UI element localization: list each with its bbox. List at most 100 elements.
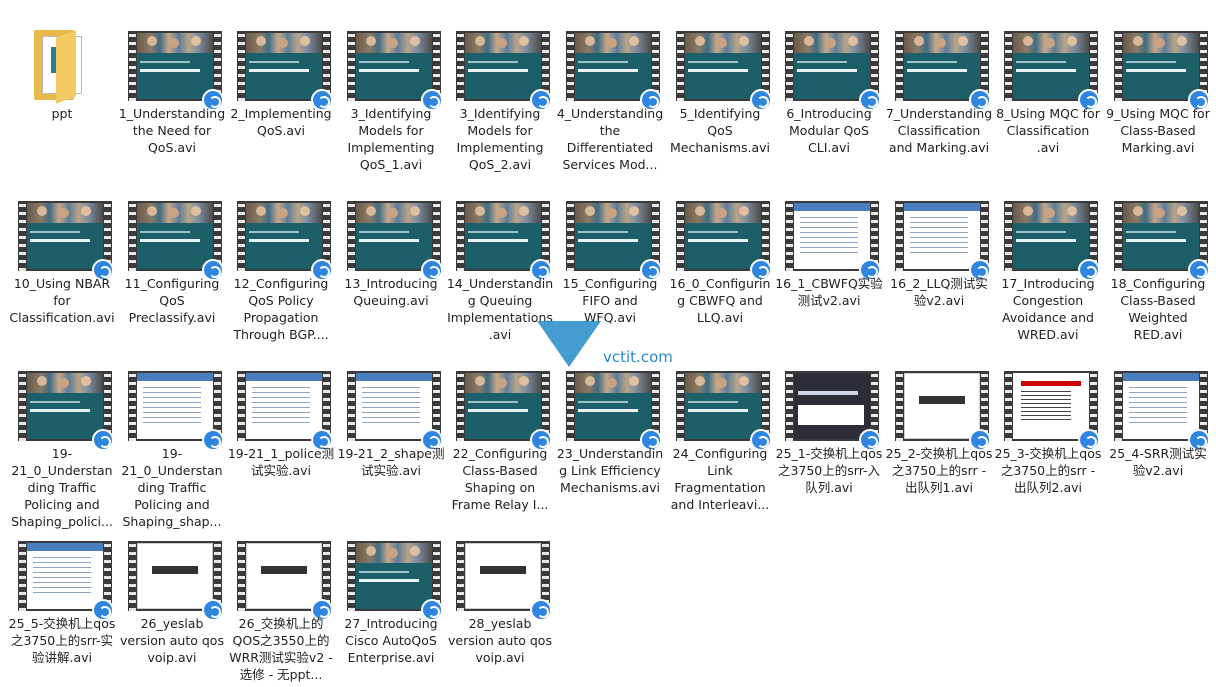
video-thumbnail [128, 201, 224, 281]
file-name-label: 16_0_Configuring CBWFQ and LLQ.avi [669, 276, 771, 325]
video-file-item[interactable]: 4_Understanding the Differentiated Servi… [556, 12, 664, 172]
file-name-label: 4_Understanding the Differentiated Servi… [556, 106, 664, 172]
video-file-item[interactable]: 8_Using MQC for Classification .avi [994, 12, 1102, 172]
file-name-label: 25_3-交换机上qos之3750上的srr - 出队列2.avi [994, 446, 1102, 495]
video-thumbnail [566, 371, 662, 451]
video-thumbnail [1114, 201, 1210, 281]
file-name-label: 19-21_1_police测试实验.avi [227, 446, 335, 478]
file-name-label: 22_Configuring Class-Based Shaping on Fr… [451, 446, 549, 512]
watermark: vctit.com [537, 321, 687, 371]
folder-icon [34, 30, 94, 104]
video-thumbnail [1114, 31, 1210, 111]
video-file-item[interactable]: 19-21_2_shape测试实验.avi [337, 352, 445, 512]
file-name-label: 24_Configuring Link Fragmentation and In… [670, 446, 770, 512]
video-file-item[interactable]: 27_Introducing Cisco AutoQoS Enterprise.… [337, 522, 445, 682]
file-name-label: 19-21_0_Understanding Traffic Policing a… [121, 446, 223, 529]
video-thumbnail [456, 31, 552, 111]
folder-item[interactable]: ppt [8, 12, 116, 172]
file-name-label: 1_Understanding the Need for QoS.avi [118, 106, 226, 155]
video-file-item[interactable]: 28_yeslab version auto qos voip.avi [446, 522, 554, 682]
video-file-item[interactable]: 19-21_0_Understanding Traffic Policing a… [8, 352, 116, 529]
video-file-item[interactable]: 22_Configuring Class-Based Shaping on Fr… [446, 352, 554, 512]
video-thumbnail [895, 201, 991, 281]
video-file-item[interactable]: 12_Configuring QoS Policy Propagation Th… [227, 182, 335, 342]
video-file-item[interactable]: 13_Introducing Queuing.avi [337, 182, 445, 342]
video-file-item[interactable]: 3_Identifying Models for Implementing Qo… [446, 12, 554, 172]
file-name-label: 15_Configuring FIFO and WFQ.avi [562, 276, 658, 325]
video-file-item[interactable]: 2_Implementing QoS.avi [227, 12, 335, 172]
video-file-item[interactable]: 25_2-交换机上qos之3750上的srr - 出队列1.avi [885, 352, 993, 512]
video-file-item[interactable]: 3_Identifying Models for Implementing Qo… [337, 12, 445, 172]
video-file-item[interactable]: 16_1_CBWFQ实验测试v2.avi [775, 182, 883, 342]
file-name-label: 3_Identifying Models for Implementing Qo… [347, 106, 435, 172]
vctit-logo-icon [537, 321, 601, 367]
video-file-item[interactable]: 6_Introducing Modular QoS CLI.avi [775, 12, 883, 172]
file-name-label: 11_Configuring QoS Preclassify.avi [124, 276, 220, 325]
file-name-label: 5_Identifying QoS Mechanisms.avi [669, 106, 771, 155]
video-file-item[interactable]: 26_yeslab version auto qos voip.avi [118, 522, 226, 682]
video-file-item[interactable]: 14_Understanding Queuing Implementations… [446, 182, 554, 342]
file-name-label: 17_Introducing Congestion Avoidance and … [1001, 276, 1095, 342]
file-name-label: 7_Understanding Classification and Marki… [885, 106, 993, 155]
video-file-item[interactable]: 7_Understanding Classification and Marki… [885, 12, 993, 172]
file-name-label: 26_交换机上的QOS之3550上的WRR测试实验v2 - 选修 - 无ppt.… [229, 616, 333, 682]
video-thumbnail [18, 541, 114, 621]
video-thumbnail [785, 31, 881, 111]
file-name-label: 10_Using NBAR for Classification.avi [9, 276, 115, 325]
file-name-label: 16_1_CBWFQ实验测试v2.avi [775, 276, 883, 308]
video-file-item[interactable]: 17_Introducing Congestion Avoidance and … [994, 182, 1102, 342]
video-file-item[interactable]: 25_3-交换机上qos之3750上的srr - 出队列2.avi [994, 352, 1102, 512]
video-file-item[interactable]: 16_2_LLQ测试实验v2.avi [885, 182, 993, 342]
watermark-text: vctit.com [603, 348, 673, 366]
video-file-item[interactable]: 24_Configuring Link Fragmentation and In… [666, 352, 774, 512]
video-thumbnail [785, 371, 881, 451]
video-file-item[interactable]: 25_4-SRR测试实验v2.avi [1104, 352, 1212, 512]
video-file-item[interactable]: 19-21_0_Understanding Traffic Policing a… [118, 352, 226, 529]
video-thumbnail [237, 371, 333, 451]
video-file-item[interactable]: 18_Configuring Class-Based Weighted RED.… [1104, 182, 1212, 342]
file-name-label: 25_5-交换机上qos之3750上的srr-实验讲解.avi [8, 616, 116, 665]
video-file-item[interactable]: 16_0_Configuring CBWFQ and LLQ.avi [666, 182, 774, 342]
video-file-item[interactable]: 11_Configuring QoS Preclassify.avi [118, 182, 226, 342]
video-thumbnail [456, 541, 552, 621]
video-thumbnail [128, 541, 224, 621]
file-name-label: 3_Identifying Models for Implementing Qo… [456, 106, 544, 172]
video-thumbnail [128, 31, 224, 111]
video-thumbnail [1114, 371, 1210, 451]
video-file-item[interactable]: 15_Configuring FIFO and WFQ.avi [556, 182, 664, 342]
video-file-item[interactable]: 23_Understanding Link Efficiency Mechani… [556, 352, 664, 512]
video-thumbnail [1004, 371, 1100, 451]
video-thumbnail [566, 201, 662, 281]
video-thumbnail [676, 371, 772, 451]
video-file-item[interactable]: 25_1-交换机上qos之3750上的srr-入队列.avi [775, 352, 883, 512]
video-thumbnail [785, 201, 881, 281]
file-name-label: 23_Understanding Link Efficiency Mechani… [556, 446, 664, 495]
video-thumbnail [456, 201, 552, 281]
file-name-label: 18_Configuring Class-Based Weighted RED.… [1110, 276, 1206, 342]
video-file-item[interactable]: 19-21_1_police测试实验.avi [227, 352, 335, 512]
file-name-label: 12_Configuring QoS Policy Propagation Th… [233, 276, 329, 342]
video-thumbnail [18, 201, 114, 281]
video-thumbnail [347, 31, 443, 111]
video-file-item[interactable]: 9_Using MQC for Class-Based Marking.avi [1104, 12, 1212, 172]
video-file-item[interactable]: 1_Understanding the Need for QoS.avi [118, 12, 226, 172]
video-thumbnail [347, 371, 443, 451]
video-file-item[interactable]: 25_5-交换机上qos之3750上的srr-实验讲解.avi [8, 522, 116, 682]
file-name-label: 28_yeslab version auto qos voip.avi [448, 616, 552, 665]
video-thumbnail [237, 201, 333, 281]
video-thumbnail [237, 541, 333, 621]
video-file-item[interactable]: 26_交换机上的QOS之3550上的WRR测试实验v2 - 选修 - 无ppt.… [227, 522, 335, 682]
video-thumbnail [237, 31, 333, 111]
file-name-label: 6_Introducing Modular QoS CLI.avi [786, 106, 872, 155]
file-name-label: 19-21_2_shape测试实验.avi [337, 446, 445, 478]
video-thumbnail [1004, 201, 1100, 281]
file-name-label: 8_Using MQC for Classification .avi [996, 106, 1100, 155]
video-file-item[interactable]: 10_Using NBAR for Classification.avi [8, 182, 116, 342]
file-name-label: 25_1-交换机上qos之3750上的srr-入队列.avi [775, 446, 883, 495]
video-thumbnail [347, 541, 443, 621]
file-name-label: 9_Using MQC for Class-Based Marking.avi [1106, 106, 1210, 155]
video-file-item[interactable]: 5_Identifying QoS Mechanisms.avi [666, 12, 774, 172]
video-thumbnail [456, 371, 552, 451]
file-name-label: 26_yeslab version auto qos voip.avi [120, 616, 224, 665]
video-thumbnail [895, 371, 991, 451]
